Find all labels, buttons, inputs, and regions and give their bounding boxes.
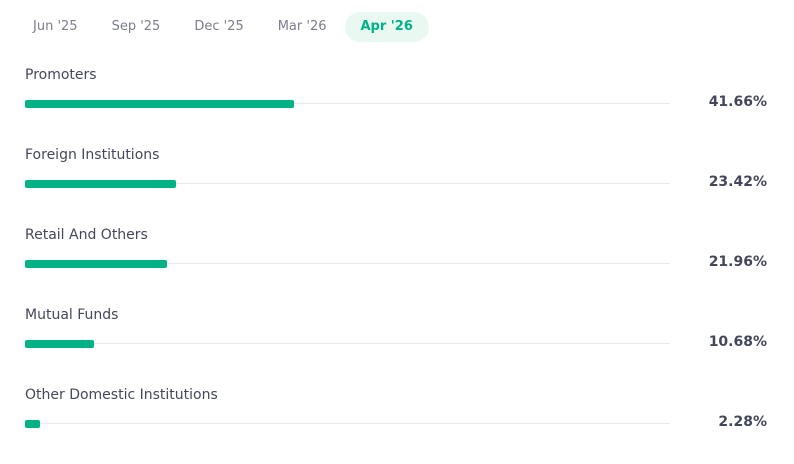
row-value: 2.28% (718, 414, 767, 430)
tab-jun-25[interactable]: Jun '25 (17, 12, 94, 42)
tab-mar-26[interactable]: Mar '26 (262, 12, 343, 42)
shareholding-row-mutual-funds: Mutual Funds 10.68% (25, 304, 770, 384)
bar-fill (25, 260, 167, 268)
bar-fill (25, 180, 177, 188)
row-value: 10.68% (708, 334, 767, 350)
row-value: 21.96% (708, 254, 767, 270)
tab-dec-25[interactable]: Dec '25 (178, 12, 259, 42)
period-tabs: Jun '25 Sep '25 Dec '25 Mar '26 Apr '26 (17, 12, 431, 42)
shareholding-row-foreign-institutions: Foreign Institutions 23.42% (25, 144, 770, 224)
row-value: 23.42% (708, 174, 767, 190)
tab-apr-26[interactable]: Apr '26 (344, 12, 429, 42)
shareholding-row-promoters: Promoters 41.66% (25, 64, 770, 144)
bar-fill (25, 100, 294, 108)
shareholding-list: Promoters 41.66% Foreign Institutions 23… (25, 64, 770, 464)
bar-track (25, 423, 670, 424)
shareholding-row-other-domestic-institutions: Other Domestic Institutions 2.28% (25, 384, 770, 464)
row-label: Promoters (25, 67, 97, 83)
shareholding-row-retail-and-others: Retail And Others 21.96% (25, 224, 770, 304)
bar-fill (25, 420, 40, 428)
row-label: Foreign Institutions (25, 147, 160, 163)
row-label: Mutual Funds (25, 307, 119, 323)
row-label: Other Domestic Institutions (25, 387, 218, 403)
row-label: Retail And Others (25, 227, 148, 243)
bar-track (25, 343, 670, 344)
bar-fill (25, 340, 94, 348)
tab-sep-25[interactable]: Sep '25 (96, 12, 177, 42)
row-value: 41.66% (708, 94, 767, 110)
